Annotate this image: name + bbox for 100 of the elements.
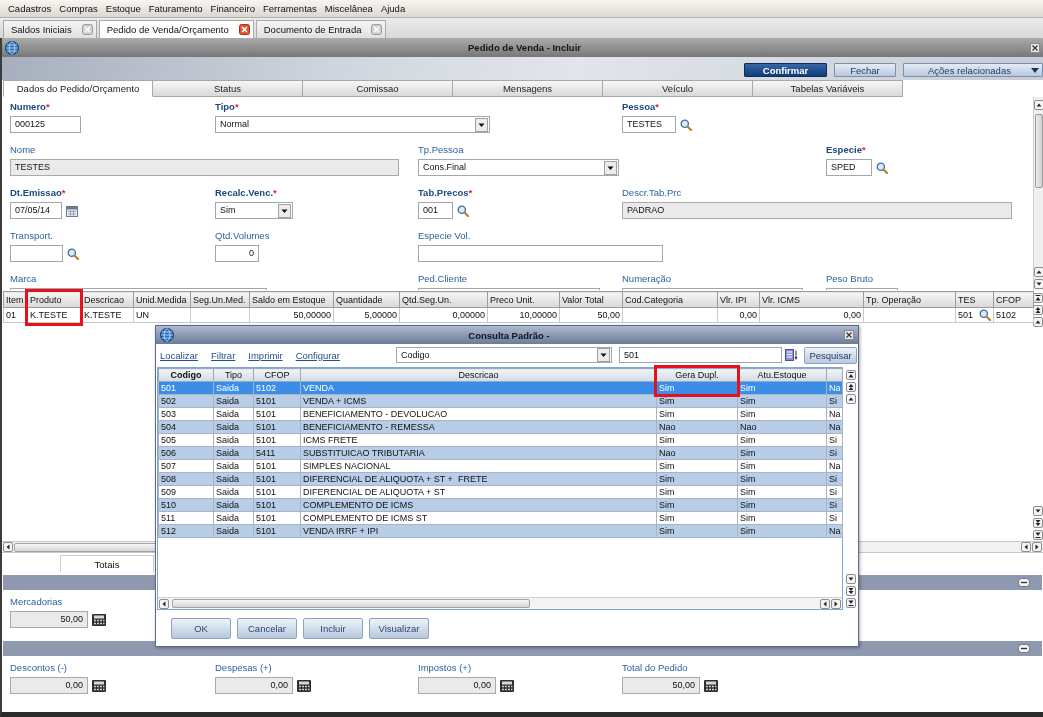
calculator-icon[interactable] [92, 679, 106, 692]
column-header[interactable]: Codigo [158, 368, 214, 382]
column-header[interactable]: Atu.Estoque [737, 368, 827, 382]
input-field[interactable] [418, 245, 663, 262]
document-tab[interactable]: Saldos Iniciais [3, 20, 97, 38]
arrow-left-icon[interactable] [1021, 542, 1031, 552]
select-field[interactable]: Normal [215, 116, 490, 133]
arrow-to-top-icon[interactable] [845, 370, 856, 380]
double-arrow-up-icon[interactable] [845, 382, 856, 392]
scrollbar[interactable] [158, 597, 842, 609]
globe-icon[interactable] [160, 328, 174, 342]
calculator-icon[interactable] [704, 679, 718, 692]
arrow-to-bottom-icon[interactable] [1033, 530, 1043, 540]
table-row[interactable]: 509 Saida 5101 DIFERENCIAL DE ALIQUOTA + ST Sim Sim Si [158, 485, 843, 499]
calculator-icon[interactable] [92, 613, 106, 626]
caret-icon[interactable] [1031, 67, 1039, 73]
arrow-left-icon[interactable] [820, 598, 830, 609]
column-header[interactable]: Gera Dupl. [656, 368, 738, 382]
input-field[interactable]: 07/05/14 [10, 202, 62, 219]
close-icon[interactable] [238, 24, 250, 35]
select-field[interactable]: Codigo [396, 347, 612, 363]
toolbar-link[interactable]: Configurar [295, 349, 340, 361]
menu-item[interactable]: Ferramentas [258, 1, 321, 16]
dialog-button[interactable]: Visualizar [369, 618, 429, 639]
document-tab[interactable]: Documento de Entrada [255, 20, 387, 38]
arrow-down-icon[interactable] [1033, 506, 1043, 516]
input-field[interactable]: TESTES [622, 116, 676, 133]
caret-icon[interactable] [597, 348, 610, 362]
column-header[interactable]: Item [3, 291, 28, 308]
column-header[interactable]: Qtd.Seg.Un. [399, 291, 488, 308]
toolbar-link[interactable]: Localizar [160, 349, 199, 361]
column-header[interactable]: Vlr. IPI [717, 291, 760, 308]
tab[interactable]: Mensagens [453, 80, 603, 97]
arrow-right-icon[interactable] [1032, 542, 1042, 552]
double-arrow-up-icon[interactable] [1033, 305, 1043, 315]
caret-icon[interactable] [278, 203, 291, 218]
dropdown-button[interactable]: Ações relacionadas [903, 63, 1043, 77]
scroll-thumb[interactable] [1034, 114, 1043, 188]
collapse-icon[interactable] [1018, 644, 1030, 653]
column-header[interactable]: Cod.Categoria [622, 291, 718, 308]
tab[interactable]: Veículo [603, 80, 753, 97]
scroll-thumb[interactable] [172, 599, 530, 608]
column-header[interactable]: Quantidade [333, 291, 400, 308]
dialog-button[interactable]: OK [171, 618, 231, 639]
search-icon[interactable] [457, 204, 469, 217]
collapse-icon[interactable] [1018, 578, 1030, 587]
close-icon[interactable] [1030, 42, 1040, 53]
calendar-icon[interactable] [66, 204, 78, 217]
double-arrow-down-icon[interactable] [845, 586, 856, 596]
dialog-button[interactable]: Incluir [303, 618, 363, 639]
menu-item[interactable]: Faturamento [144, 1, 207, 16]
arrow-to-top-icon[interactable] [1033, 293, 1043, 303]
column-header[interactable]: Unid.Medida [133, 291, 191, 308]
search-button[interactable]: Pesquisar [804, 346, 857, 364]
primary-button[interactable]: Confirmar [744, 63, 827, 77]
menu-item[interactable]: Financeiro [206, 1, 259, 16]
caret-icon[interactable] [604, 160, 617, 175]
tab[interactable]: Tabelas Variáveis [753, 80, 903, 97]
input-field[interactable]: 001 [418, 202, 453, 219]
caret-icon[interactable] [475, 117, 488, 132]
tab[interactable]: Totais [60, 555, 154, 572]
arrow-down-icon[interactable] [845, 574, 856, 584]
search-icon[interactable] [979, 309, 991, 321]
column-header[interactable]: Valor Total [559, 291, 623, 308]
column-header[interactable]: Tp. Operação [863, 291, 956, 308]
column-header[interactable]: CFOP [253, 368, 301, 382]
menu-item[interactable]: Compras [55, 1, 102, 16]
column-header[interactable]: Descricao [81, 291, 134, 308]
menu-item[interactable]: Estoque [101, 1, 145, 16]
column-header[interactable]: Saldo em Estoque [249, 291, 334, 308]
toolbar-link[interactable]: Imprimir [248, 349, 283, 361]
table-row[interactable]: 503 Saida 5101 BENEFICIAMENTO - DEVOLUCAO Sim Sim Na [158, 407, 843, 421]
arrow-left-icon[interactable] [159, 598, 169, 609]
menu-item[interactable]: Cadastros [4, 1, 56, 16]
menu-item[interactable]: Miscelânea [320, 1, 377, 16]
arrow-up-icon[interactable] [845, 394, 856, 404]
column-header[interactable]: Vlr. ICMS [759, 291, 864, 308]
table-row[interactable]: 507 Saida 5101 SIMPLES NACIONAL Sim Sim Na [158, 459, 843, 473]
table-row[interactable]: 505 Saida 5101 ICMS FRETE Sim Sim Si [158, 433, 843, 447]
list-icon[interactable] [785, 349, 798, 361]
arrow-up-icon[interactable] [1033, 317, 1043, 327]
calculator-icon[interactable] [297, 679, 311, 692]
arrow-left-icon[interactable] [3, 542, 13, 552]
dialog-button[interactable]: Cancelar [237, 618, 297, 639]
search-icon[interactable] [876, 161, 888, 174]
menu-item[interactable]: Ajuda [376, 1, 410, 16]
column-header[interactable]: Tipo [213, 368, 254, 382]
arrow-to-bottom-icon[interactable] [845, 598, 856, 608]
column-header[interactable]: Descricao [300, 368, 657, 382]
tab[interactable]: Comissao [303, 80, 453, 97]
arrow-up-icon[interactable] [1033, 267, 1043, 277]
tab[interactable]: Status [153, 80, 303, 97]
column-header[interactable]: TES [955, 291, 994, 308]
toolbar-link[interactable]: Filtrar [211, 349, 236, 361]
input-field[interactable]: 0 [215, 245, 259, 262]
select-field[interactable]: Sim [215, 202, 293, 219]
search-icon[interactable] [67, 247, 79, 260]
column-header[interactable]: Preco Unit. [487, 291, 560, 308]
search-field[interactable]: 501 [619, 347, 782, 363]
arrow-right-icon[interactable] [831, 598, 841, 609]
